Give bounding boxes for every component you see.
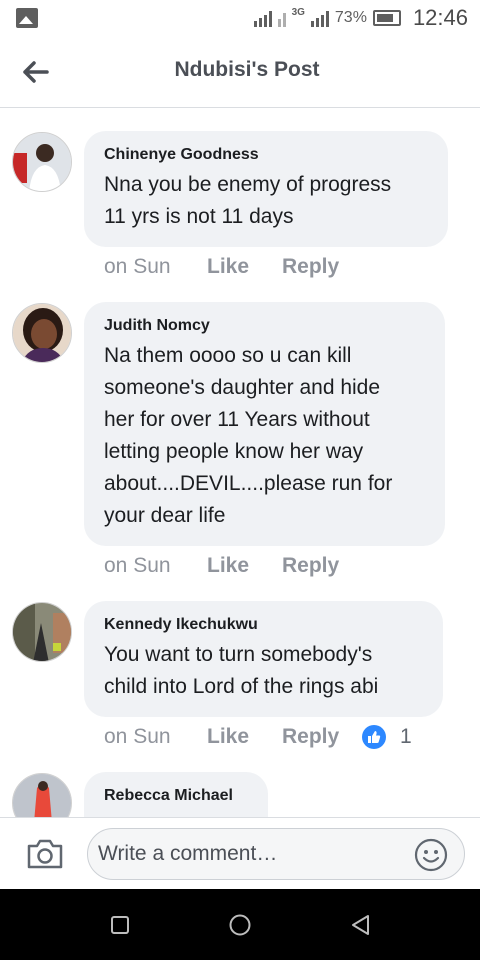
comment-actions: on Sun Like Reply 1 bbox=[104, 725, 412, 749]
comment-bubble[interactable]: Kennedy Ikechukwu You want to turn someb… bbox=[84, 601, 443, 717]
reaction-summary[interactable]: 1 bbox=[362, 725, 412, 749]
emoji-icon bbox=[414, 838, 448, 872]
data-signal-icon bbox=[310, 9, 329, 27]
avatar[interactable] bbox=[12, 132, 72, 192]
network-type-label: 3G bbox=[291, 6, 305, 18]
battery-icon bbox=[372, 10, 401, 26]
comment-author[interactable]: Kennedy Ikechukwu bbox=[104, 615, 423, 635]
page-title: Ndubisi's Post bbox=[174, 58, 320, 81]
avatar[interactable] bbox=[12, 773, 72, 817]
reply-button[interactable]: Reply bbox=[282, 554, 362, 578]
reaction-count: 1 bbox=[400, 725, 412, 748]
triangle-back-icon bbox=[352, 915, 369, 935]
square-icon bbox=[111, 916, 129, 934]
avatar-image bbox=[13, 133, 71, 191]
avatar[interactable] bbox=[12, 303, 72, 363]
thumbs-up-icon bbox=[362, 725, 386, 749]
battery-percent: 73% bbox=[334, 9, 367, 26]
comment-author[interactable]: Judith Nomcy bbox=[104, 316, 425, 336]
recents-button[interactable] bbox=[106, 911, 134, 939]
comment-input[interactable] bbox=[87, 828, 465, 880]
post-header: Ndubisi's Post bbox=[0, 36, 480, 108]
back-nav-button[interactable] bbox=[346, 911, 374, 939]
like-button[interactable]: Like bbox=[207, 255, 282, 279]
comment-actions: on Sun Like Reply bbox=[104, 255, 362, 279]
comment-time[interactable]: on Sun bbox=[104, 554, 207, 578]
status-indicators: 3G 73% 12:46 bbox=[253, 4, 468, 32]
camera-icon bbox=[27, 839, 63, 869]
emoji-button[interactable] bbox=[414, 838, 448, 872]
avatar[interactable] bbox=[12, 602, 72, 662]
comment-bubble[interactable]: Rebecca Michael ... bbox=[84, 772, 268, 817]
reply-button[interactable]: Reply bbox=[282, 725, 362, 749]
status-bar: 3G 73% 12:46 bbox=[0, 0, 480, 36]
circle-icon bbox=[229, 914, 251, 936]
camera-button[interactable] bbox=[26, 838, 64, 870]
secondary-signal-icon bbox=[277, 9, 286, 27]
comment-time[interactable]: on Sun bbox=[104, 725, 207, 749]
like-button[interactable]: Like bbox=[207, 725, 282, 749]
comments-list[interactable]: Chinenye Goodness Nna you be enemy of pr… bbox=[0, 109, 480, 817]
comment-bubble[interactable]: Chinenye Goodness Nna you be enemy of pr… bbox=[84, 131, 448, 247]
comment-text: You want to turn somebody's child into L… bbox=[104, 643, 379, 698]
system-nav-bar bbox=[0, 889, 480, 960]
comment-text: Nna you be enemy of progress 11 yrs is n… bbox=[104, 173, 392, 228]
avatar-image bbox=[13, 774, 71, 817]
comment-bubble[interactable]: Judith Nomcy Na them oooo so u can kill … bbox=[84, 302, 445, 546]
comment-text: ... bbox=[104, 810, 248, 817]
like-button[interactable]: Like bbox=[207, 554, 282, 578]
comment-time[interactable]: on Sun bbox=[104, 255, 207, 279]
comment-text: Na them oooo so u can kill someone's dau… bbox=[104, 344, 393, 527]
clock: 12:46 bbox=[412, 5, 468, 30]
comment-author[interactable]: Rebecca Michael bbox=[104, 786, 248, 806]
gallery-notification-icon bbox=[16, 8, 38, 28]
signal-strength-icon bbox=[253, 9, 272, 27]
comment-actions: on Sun Like Reply bbox=[104, 554, 362, 578]
avatar-image bbox=[13, 304, 71, 362]
reply-button[interactable]: Reply bbox=[282, 255, 362, 279]
avatar-image bbox=[13, 603, 71, 661]
home-button[interactable] bbox=[226, 911, 254, 939]
comment-composer bbox=[0, 817, 480, 889]
comment-author[interactable]: Chinenye Goodness bbox=[104, 145, 428, 165]
